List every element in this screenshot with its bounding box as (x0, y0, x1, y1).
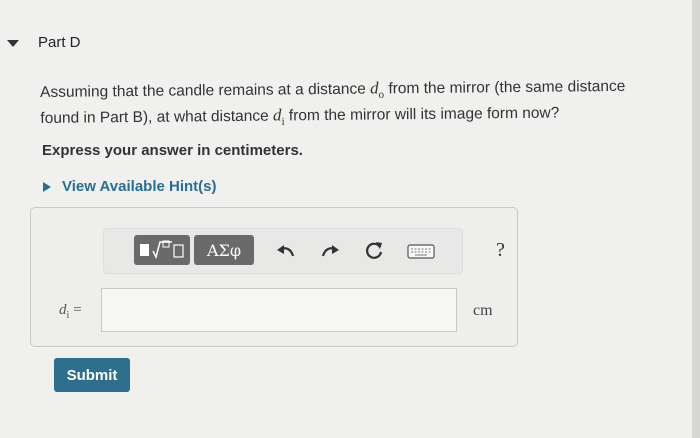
answer-var-letter: d (59, 302, 67, 318)
math-templates-icon (140, 240, 184, 260)
view-hints-link[interactable]: View Available Hint(s) (62, 178, 217, 195)
keyboard-icon[interactable] (406, 239, 436, 263)
question-text-1: Assuming that the candle remains at a di… (40, 80, 371, 101)
window-edge (692, 0, 700, 438)
caret-down-icon[interactable] (6, 36, 20, 50)
var-do-letter: d (369, 78, 379, 98)
answer-input[interactable] (101, 288, 457, 332)
undo-icon[interactable] (274, 239, 298, 263)
part-title[interactable]: Part D (38, 34, 81, 51)
triangle-right-icon (43, 181, 51, 192)
redo-icon[interactable] (318, 239, 342, 263)
answer-var-subscript: i (66, 310, 70, 321)
answer-instruction: Express your answer in centimeters. (42, 142, 303, 159)
answer-variable-label: di = (59, 302, 82, 321)
greek-symbols-button[interactable]: ΑΣφ (194, 235, 254, 265)
var-di: di (272, 105, 285, 128)
submit-button[interactable]: Submit (54, 358, 130, 392)
math-templates-button[interactable] (134, 235, 190, 265)
math-toolbar: ΑΣφ ? (103, 228, 505, 274)
help-button[interactable]: ? (496, 239, 505, 262)
reset-icon[interactable] (362, 239, 386, 263)
var-do: do (369, 78, 384, 100)
answer-box: ΑΣφ ? di = cm (30, 207, 518, 347)
unit-label: cm (473, 302, 493, 319)
hint-toggle[interactable]: View Available Hint(s) (42, 178, 217, 195)
question-text: Assuming that the candle remains at a di… (40, 76, 651, 135)
question-text-3: from the mirror will its image form now? (284, 104, 560, 125)
answer-equals: = (73, 302, 82, 318)
var-di-letter: d (272, 105, 282, 125)
